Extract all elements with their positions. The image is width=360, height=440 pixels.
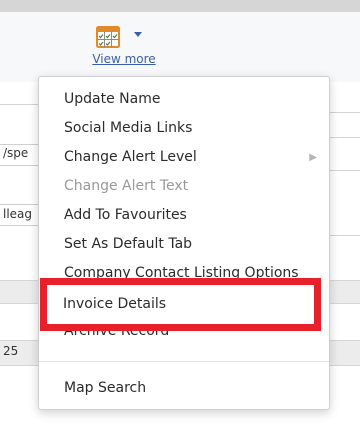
menu-item-change-alert-level[interactable]: Change Alert Level ▶ <box>39 143 329 172</box>
background-divider <box>0 104 40 105</box>
menu-item-add-to-favourites[interactable]: Add To Favourites <box>39 201 329 230</box>
menu-item-update-name[interactable]: Update Name <box>39 85 329 114</box>
menu-item-label: Change Alert Text <box>64 178 189 194</box>
background-text: 25 <box>3 344 19 358</box>
menu-item-label: Set As Default Tab <box>64 236 193 252</box>
menu-item-label: Add To Favourites <box>64 207 187 223</box>
menu-item-invoice-details[interactable]: Invoice Details <box>40 278 321 331</box>
toolbar <box>0 12 360 82</box>
menu-item-change-alert-text: Change Alert Text <box>39 172 329 201</box>
calendar-grid-icon <box>96 26 120 48</box>
chevron-right-icon: ▶ <box>309 152 317 163</box>
menu-item-set-as-default-tab[interactable]: Set As Default Tab <box>39 230 329 259</box>
background-text: lleag <box>3 207 33 221</box>
menu-item-label: Map Search <box>64 380 147 396</box>
menu-separator <box>39 361 329 362</box>
menu-item-label: Update Name <box>64 91 161 107</box>
background-divider <box>328 137 360 138</box>
top-bar <box>0 0 360 12</box>
menu-item-label: Social Media Links <box>64 120 193 136</box>
background-text: /spe <box>3 146 29 160</box>
invoice-details-label: Invoice Details <box>63 296 167 312</box>
view-more-menu: Update Name Social Media Links Change Al… <box>38 76 330 410</box>
menu-item-label: Change Alert Level <box>64 149 197 165</box>
chevron-down-icon <box>134 32 142 37</box>
view-more-label: View more <box>92 52 156 66</box>
background-divider <box>328 112 360 113</box>
menu-item-social-media-links[interactable]: Social Media Links <box>39 114 329 143</box>
view-more-button[interactable]: View more <box>84 26 164 78</box>
background-divider <box>328 170 360 171</box>
menu-item-map-search[interactable]: Map Search <box>39 374 329 403</box>
background-divider <box>328 235 360 236</box>
